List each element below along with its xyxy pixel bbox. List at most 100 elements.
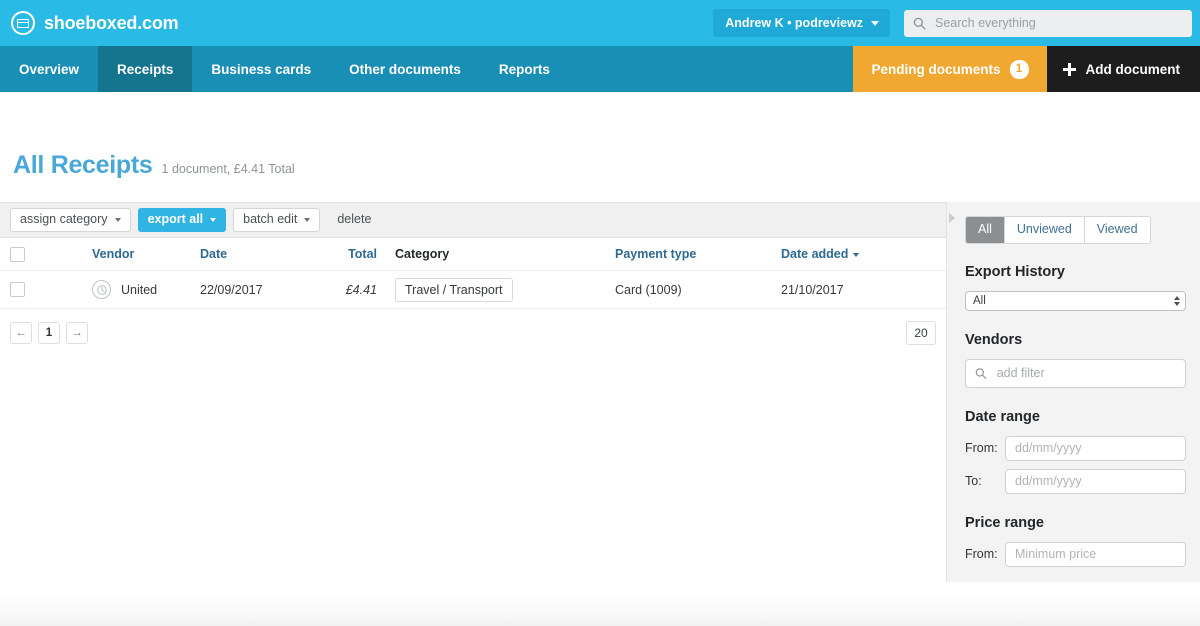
- vendor-filter-input[interactable]: [995, 365, 1176, 381]
- search-icon: [975, 367, 987, 380]
- account-label: Andrew K • podreviewz: [725, 16, 863, 30]
- column-header-date-added-label: Date added: [781, 247, 848, 261]
- date-to-row: To:: [965, 469, 1186, 494]
- price-from-label: From:: [965, 547, 1005, 561]
- column-header-vendor[interactable]: Vendor: [92, 247, 200, 261]
- vendor-name: United: [121, 283, 157, 297]
- pagination-page-1[interactable]: 1: [38, 322, 60, 344]
- nav-item-business-cards[interactable]: Business cards: [192, 46, 330, 92]
- segment-viewed[interactable]: Viewed: [1085, 217, 1150, 243]
- account-menu[interactable]: Andrew K • podreviewz: [713, 9, 890, 37]
- cell-date-added: 21/10/2017: [781, 283, 931, 297]
- price-from-row: From:: [965, 542, 1186, 567]
- page-subtitle: 1 document, £4.41 Total: [162, 162, 295, 176]
- nav-item-receipts[interactable]: Receipts: [98, 46, 192, 92]
- cell-vendor: United: [92, 280, 200, 299]
- column-header-total[interactable]: Total: [320, 247, 395, 261]
- nav-actions: Pending documents 1 Add document: [853, 46, 1200, 92]
- assign-category-button[interactable]: assign category: [10, 208, 131, 232]
- page-title: All Receipts: [13, 151, 153, 180]
- date-from-row: From:: [965, 436, 1186, 461]
- cell-date: 22/09/2017: [200, 283, 320, 297]
- batch-edit-label: batch edit: [243, 213, 297, 227]
- delete-label: delete: [337, 213, 371, 227]
- filters-sidebar: All Unviewed Viewed Export History All V…: [946, 202, 1200, 582]
- nav-item-other-documents[interactable]: Other documents: [330, 46, 480, 92]
- row-checkbox[interactable]: [10, 282, 25, 297]
- receipts-main-column: assign category export all batch edit de…: [0, 202, 946, 582]
- per-page-selector[interactable]: 20: [906, 321, 936, 345]
- segment-all[interactable]: All: [966, 217, 1005, 243]
- add-document-button[interactable]: Add document: [1047, 46, 1200, 92]
- top-bar: shoeboxed.com Andrew K • podreviewz: [0, 0, 1200, 46]
- receipts-table: Vendor Date Total Category Payment type …: [0, 238, 946, 309]
- brand-logo[interactable]: shoeboxed.com: [11, 11, 178, 35]
- table-header-row: Vendor Date Total Category Payment type …: [0, 238, 946, 271]
- chevron-down-icon: [115, 218, 121, 222]
- bottom-fade: [0, 596, 1200, 626]
- export-all-button[interactable]: export all: [138, 208, 227, 232]
- batch-edit-button[interactable]: batch edit: [233, 208, 320, 232]
- pagination-prev-button[interactable]: ←: [10, 322, 32, 344]
- plus-icon: [1063, 63, 1076, 76]
- search-icon: [913, 17, 926, 30]
- date-from-label: From:: [965, 441, 1005, 455]
- export-history-select-value: All: [973, 295, 986, 307]
- export-all-label: export all: [148, 213, 204, 227]
- price-from-input[interactable]: [1005, 542, 1186, 567]
- delete-button[interactable]: delete: [327, 208, 381, 232]
- cell-category: Travel / Transport: [395, 278, 615, 302]
- nav-items: Overview Receipts Business cards Other d…: [0, 46, 569, 92]
- select-stepper-icon: [1174, 296, 1180, 306]
- chevron-down-icon: [210, 218, 216, 222]
- main-navigation: Overview Receipts Business cards Other d…: [0, 46, 1200, 92]
- assign-category-label: assign category: [20, 213, 108, 227]
- pending-documents-label: Pending documents: [871, 62, 1000, 77]
- row-select-cell: [10, 282, 92, 297]
- search-input[interactable]: [933, 15, 1183, 31]
- date-to-label: To:: [965, 474, 1005, 488]
- price-range-section: Price range From:: [965, 515, 1186, 567]
- select-all-checkbox[interactable]: [10, 247, 25, 262]
- column-header-category[interactable]: Category: [395, 247, 615, 261]
- vendors-title: Vendors: [965, 332, 1186, 348]
- brand-name: shoeboxed.com: [44, 13, 178, 34]
- segment-unviewed[interactable]: Unviewed: [1005, 217, 1085, 243]
- pagination: ← 1 → 20: [0, 309, 946, 345]
- pagination-next-button[interactable]: →: [66, 322, 88, 344]
- nav-item-reports[interactable]: Reports: [480, 46, 569, 92]
- export-history-title: Export History: [965, 264, 1186, 280]
- date-range-title: Date range: [965, 409, 1186, 425]
- add-document-label: Add document: [1086, 62, 1181, 77]
- price-range-title: Price range: [965, 515, 1186, 531]
- chevron-down-icon: [871, 21, 879, 26]
- table-row[interactable]: United 22/09/2017 £4.41 Travel / Transpo…: [0, 271, 946, 309]
- chevron-down-icon: [304, 218, 310, 222]
- shoebox-circle-icon: [11, 11, 35, 35]
- column-header-payment-type[interactable]: Payment type: [615, 247, 781, 261]
- vendors-section: Vendors: [965, 332, 1186, 388]
- nav-item-overview[interactable]: Overview: [0, 46, 98, 92]
- pending-documents-button[interactable]: Pending documents 1: [853, 46, 1046, 92]
- bulk-actions-toolbar: assign category export all batch edit de…: [0, 202, 946, 238]
- vendor-filter-box[interactable]: [965, 359, 1186, 388]
- column-header-date-added[interactable]: Date added: [781, 247, 931, 261]
- cell-payment-type: Card (1009): [615, 283, 781, 297]
- top-bar-right: Andrew K • podreviewz: [713, 9, 1192, 37]
- content-split: assign category export all batch edit de…: [0, 202, 1200, 582]
- date-from-input[interactable]: [1005, 436, 1186, 461]
- caret-right-icon[interactable]: [949, 213, 955, 223]
- pending-count-badge: 1: [1010, 60, 1029, 79]
- export-history-section: Export History All: [965, 264, 1186, 311]
- category-chip[interactable]: Travel / Transport: [395, 278, 513, 302]
- cell-total: £4.41: [320, 283, 395, 297]
- page-header: All Receipts 1 document, £4.41 Total: [0, 92, 1200, 180]
- export-history-select[interactable]: All: [965, 291, 1186, 311]
- vendor-avatar-icon: [92, 280, 111, 299]
- date-to-input[interactable]: [1005, 469, 1186, 494]
- view-status-segmented-control: All Unviewed Viewed: [965, 216, 1151, 244]
- column-header-date[interactable]: Date: [200, 247, 320, 261]
- global-search[interactable]: [904, 10, 1192, 37]
- caret-down-icon: [853, 253, 859, 257]
- date-range-section: Date range From: To:: [965, 409, 1186, 494]
